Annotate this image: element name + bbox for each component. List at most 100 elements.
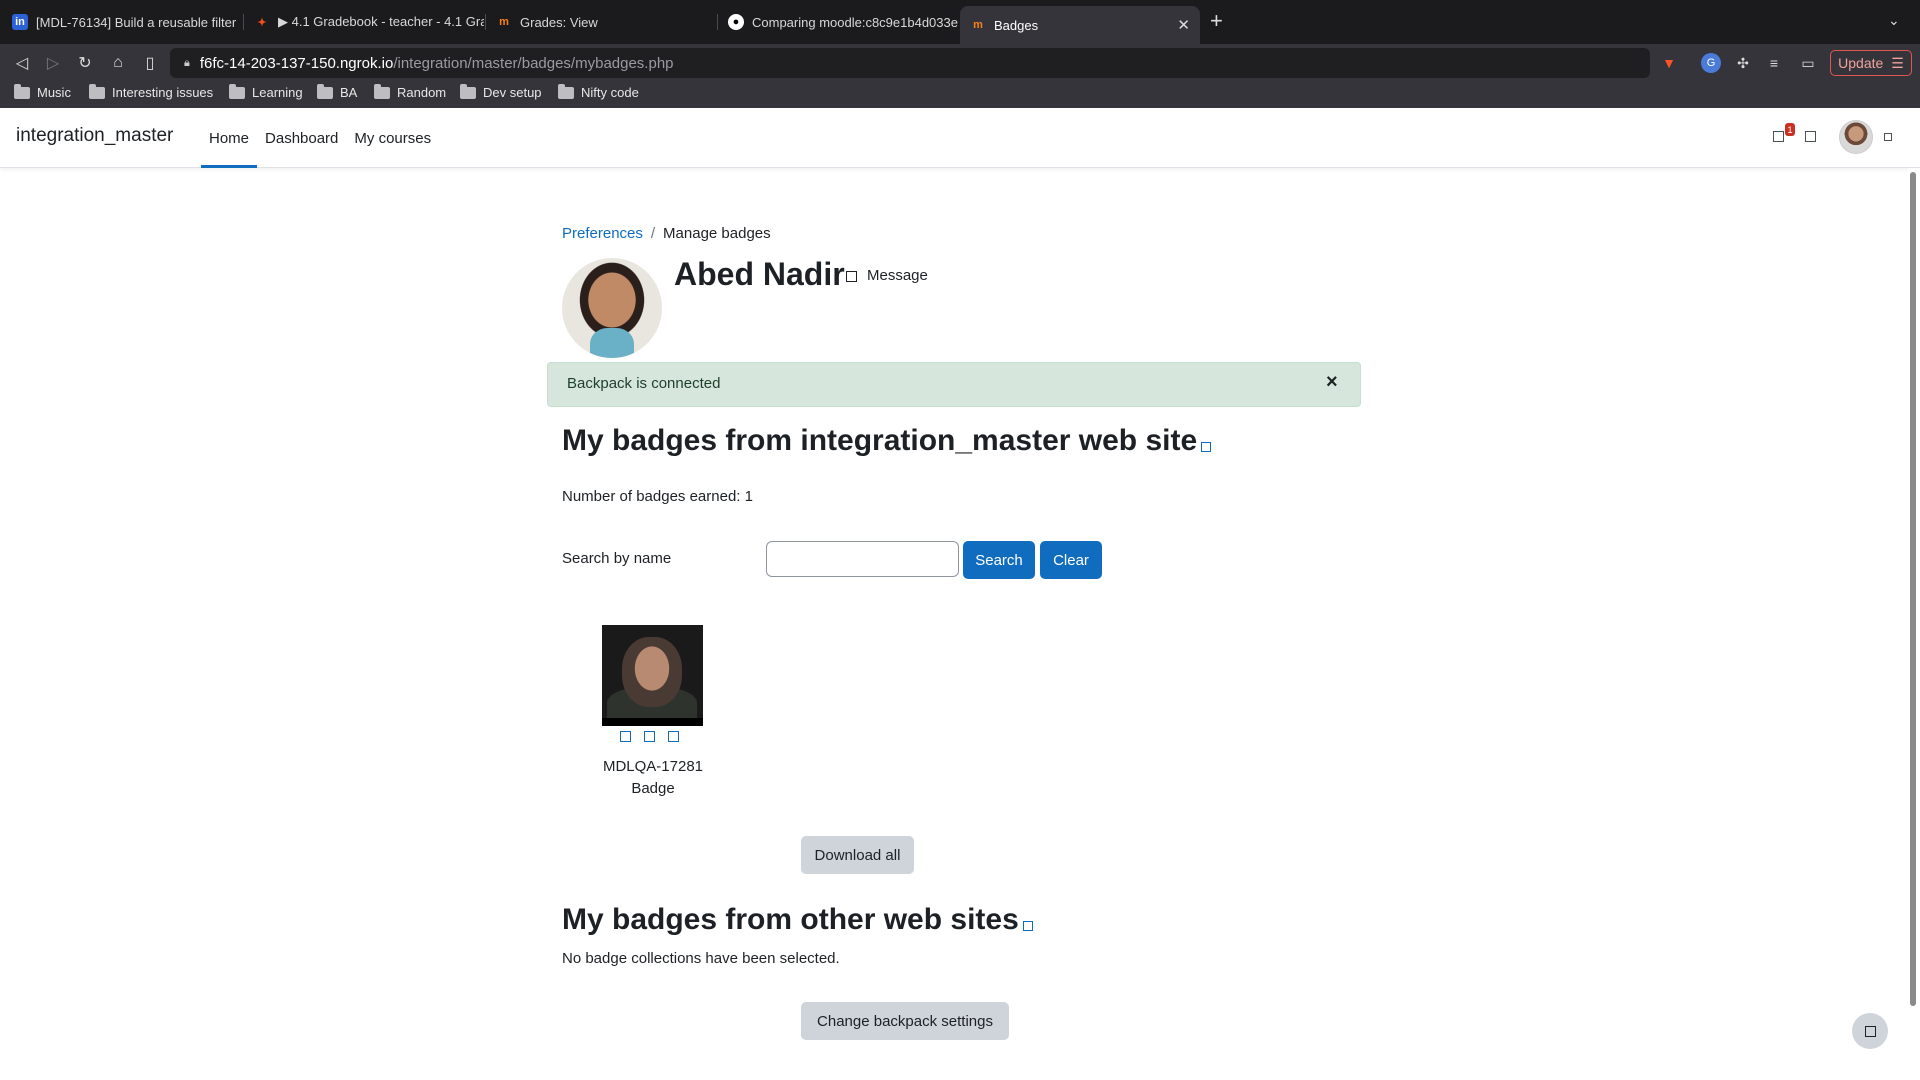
back-icon[interactable]: ◁ — [11, 52, 33, 74]
bookmark-label: Music — [37, 85, 71, 100]
folder-icon — [229, 83, 245, 99]
search-label: Search by name — [562, 550, 672, 567]
bookmark-label: Random — [397, 85, 447, 100]
badge-download-icon[interactable] — [644, 731, 655, 742]
bookmark-folder-interesting-issues[interactable]: Interesting issues — [89, 83, 214, 100]
breadcrumb-preferences[interactable]: Preferences — [562, 225, 643, 242]
tab-label: Grades: View — [520, 14, 598, 30]
help-icon[interactable] — [1201, 442, 1212, 452]
browser-toolbar: ◁ ▷ ↻ ⌂ ▯ 🔒︎ f6fc-14-203-137-150.ngrok.i… — [0, 44, 1920, 82]
folder-icon — [89, 83, 105, 99]
badge-visibility-icon[interactable] — [620, 731, 631, 742]
new-tab-icon[interactable]: + — [1210, 10, 1223, 32]
tab-label: Comparing moodle:c8c9e1b4d033e — [752, 14, 958, 30]
bookmark-folder-nifty-code[interactable]: Nifty code — [558, 83, 639, 100]
github-icon: ● — [728, 14, 744, 30]
footer-help-button[interactable] — [1852, 1013, 1888, 1049]
bookmark-folder-random[interactable]: Random — [374, 83, 447, 100]
bookmark-label: Learning — [252, 85, 303, 100]
badges-earned-count: Number of badges earned: 1 — [562, 488, 753, 505]
home-icon[interactable]: ⌂ — [107, 52, 129, 74]
page-scrollbar[interactable] — [1908, 168, 1920, 1080]
browser-tab-bar: in [MDL-76134] Build a reusable filter ✦… — [0, 0, 1920, 44]
nav-home[interactable]: Home — [201, 108, 258, 168]
site-badges-heading-text: My badges from integration_master web si… — [562, 424, 1198, 457]
scrollbar-thumb[interactable] — [1910, 172, 1916, 1006]
breadcrumb: Preferences / Manage badges — [562, 225, 771, 242]
user-avatar[interactable] — [1839, 120, 1873, 154]
notifications-icon[interactable] — [1773, 131, 1784, 142]
bookmark-folder-ba[interactable]: BA — [317, 83, 358, 100]
message-icon[interactable] — [846, 271, 857, 282]
browser-tab-badges[interactable]: m Badges ✕ — [960, 6, 1200, 44]
extensions-icon[interactable]: ✣ — [1733, 53, 1753, 73]
badge-name[interactable]: MDLQA-17281 Badge — [592, 756, 714, 800]
help-icon[interactable] — [1022, 921, 1033, 931]
folder-icon — [317, 83, 333, 99]
moodle-icon: m — [973, 19, 983, 31]
folder-icon — [374, 83, 390, 99]
badge-image-bar — [602, 718, 703, 726]
primary-navigation: Home Dashboard My courses — [201, 108, 439, 168]
bookmark-label: Dev setup — [483, 85, 542, 100]
nav-my-courses[interactable]: My courses — [346, 108, 439, 168]
close-tab-icon[interactable]: ✕ — [1177, 16, 1190, 34]
browser-tab-figma[interactable]: ✦ ▶ 4.1 Gradebook - teacher - 4.1 Gra — [244, 6, 484, 38]
moodle-icon: m — [499, 16, 509, 28]
notification-count-badge: 1 — [1785, 123, 1795, 136]
bookmark-folder-dev-setup[interactable]: Dev setup — [460, 83, 542, 100]
badge-add-to-backpack-icon[interactable] — [668, 731, 679, 742]
breadcrumb-current: Manage badges — [663, 225, 771, 242]
reload-icon[interactable]: ↻ — [74, 52, 96, 74]
search-button[interactable]: Search — [963, 541, 1035, 579]
bookmark-label: Nifty code — [581, 85, 639, 100]
tab-label: ▶ 4.1 Gradebook - teacher - 4.1 Gra — [278, 14, 484, 29]
tab-label: [MDL-76134] Build a reusable filter — [36, 14, 237, 30]
user-menu-chevron-icon[interactable] — [1884, 133, 1892, 141]
profile-name: Abed Nadir — [674, 256, 845, 292]
bookmark-folder-music[interactable]: Music — [14, 83, 71, 100]
folder-icon — [460, 83, 476, 99]
browser-tab-github[interactable]: ● Comparing moodle:c8c9e1b4d033e — [718, 6, 958, 38]
success-alert: Backpack is connected × — [547, 362, 1361, 407]
close-icon[interactable]: × — [1326, 371, 1338, 394]
download-all-button[interactable]: Download all — [801, 836, 914, 874]
update-label: Update — [1838, 55, 1884, 71]
bookmarks-bar: Music Interesting issues Learning BA Ran… — [0, 82, 1920, 108]
tab-label: Badges — [994, 17, 1039, 33]
profile-picture — [562, 258, 662, 358]
figma-icon: ✦ — [257, 16, 267, 29]
badge-image[interactable] — [602, 625, 703, 726]
brave-shield-icon[interactable]: ▼ — [1659, 53, 1679, 73]
update-button[interactable]: Update ☰ — [1830, 50, 1912, 76]
translate-icon[interactable]: G — [1701, 53, 1721, 73]
no-collections-text: No badge collections have been selected. — [562, 950, 840, 967]
change-backpack-settings-button[interactable]: Change backpack settings — [801, 1002, 1009, 1040]
clear-button[interactable]: Clear — [1040, 541, 1102, 579]
bookmark-folder-learning[interactable]: Learning — [229, 83, 303, 100]
bookmark-label: BA — [340, 85, 358, 100]
bookmark-label: Interesting issues — [112, 85, 214, 100]
address-bar[interactable]: 🔒︎ f6fc-14-203-137-150.ngrok.io/integrat… — [170, 48, 1650, 78]
site-badges-heading: My badges from integration_master web si… — [562, 424, 1212, 458]
breadcrumb-separator: / — [650, 225, 656, 242]
playlist-icon[interactable]: ≡ — [1764, 53, 1784, 73]
folder-icon — [558, 83, 574, 99]
question-icon — [1864, 1025, 1876, 1037]
chevron-down-icon[interactable]: ⌄ — [1888, 12, 1900, 29]
message-link[interactable]: Message — [867, 267, 928, 284]
messages-icon[interactable] — [1805, 131, 1816, 142]
browser-tab-jira[interactable]: in [MDL-76134] Build a reusable filter — [2, 6, 242, 38]
site-navbar: integration_master Home Dashboard My cou… — [0, 108, 1920, 168]
other-badges-heading: My badges from other web sites — [562, 903, 1033, 937]
site-name[interactable]: integration_master — [16, 125, 173, 147]
other-badges-heading-text: My badges from other web sites — [562, 903, 1019, 936]
url-path: /integration/master/badges/mybadges.php — [393, 54, 674, 72]
search-input[interactable] — [766, 541, 959, 577]
wallet-icon[interactable]: ▭ — [1798, 53, 1818, 73]
nav-dashboard[interactable]: Dashboard — [257, 108, 346, 168]
forward-icon[interactable]: ▷ — [42, 52, 64, 74]
browser-tab-grades[interactable]: m Grades: View — [486, 6, 726, 38]
lock-icon: 🔒︎ — [184, 56, 190, 69]
bookmark-icon[interactable]: ▯ — [139, 52, 161, 74]
